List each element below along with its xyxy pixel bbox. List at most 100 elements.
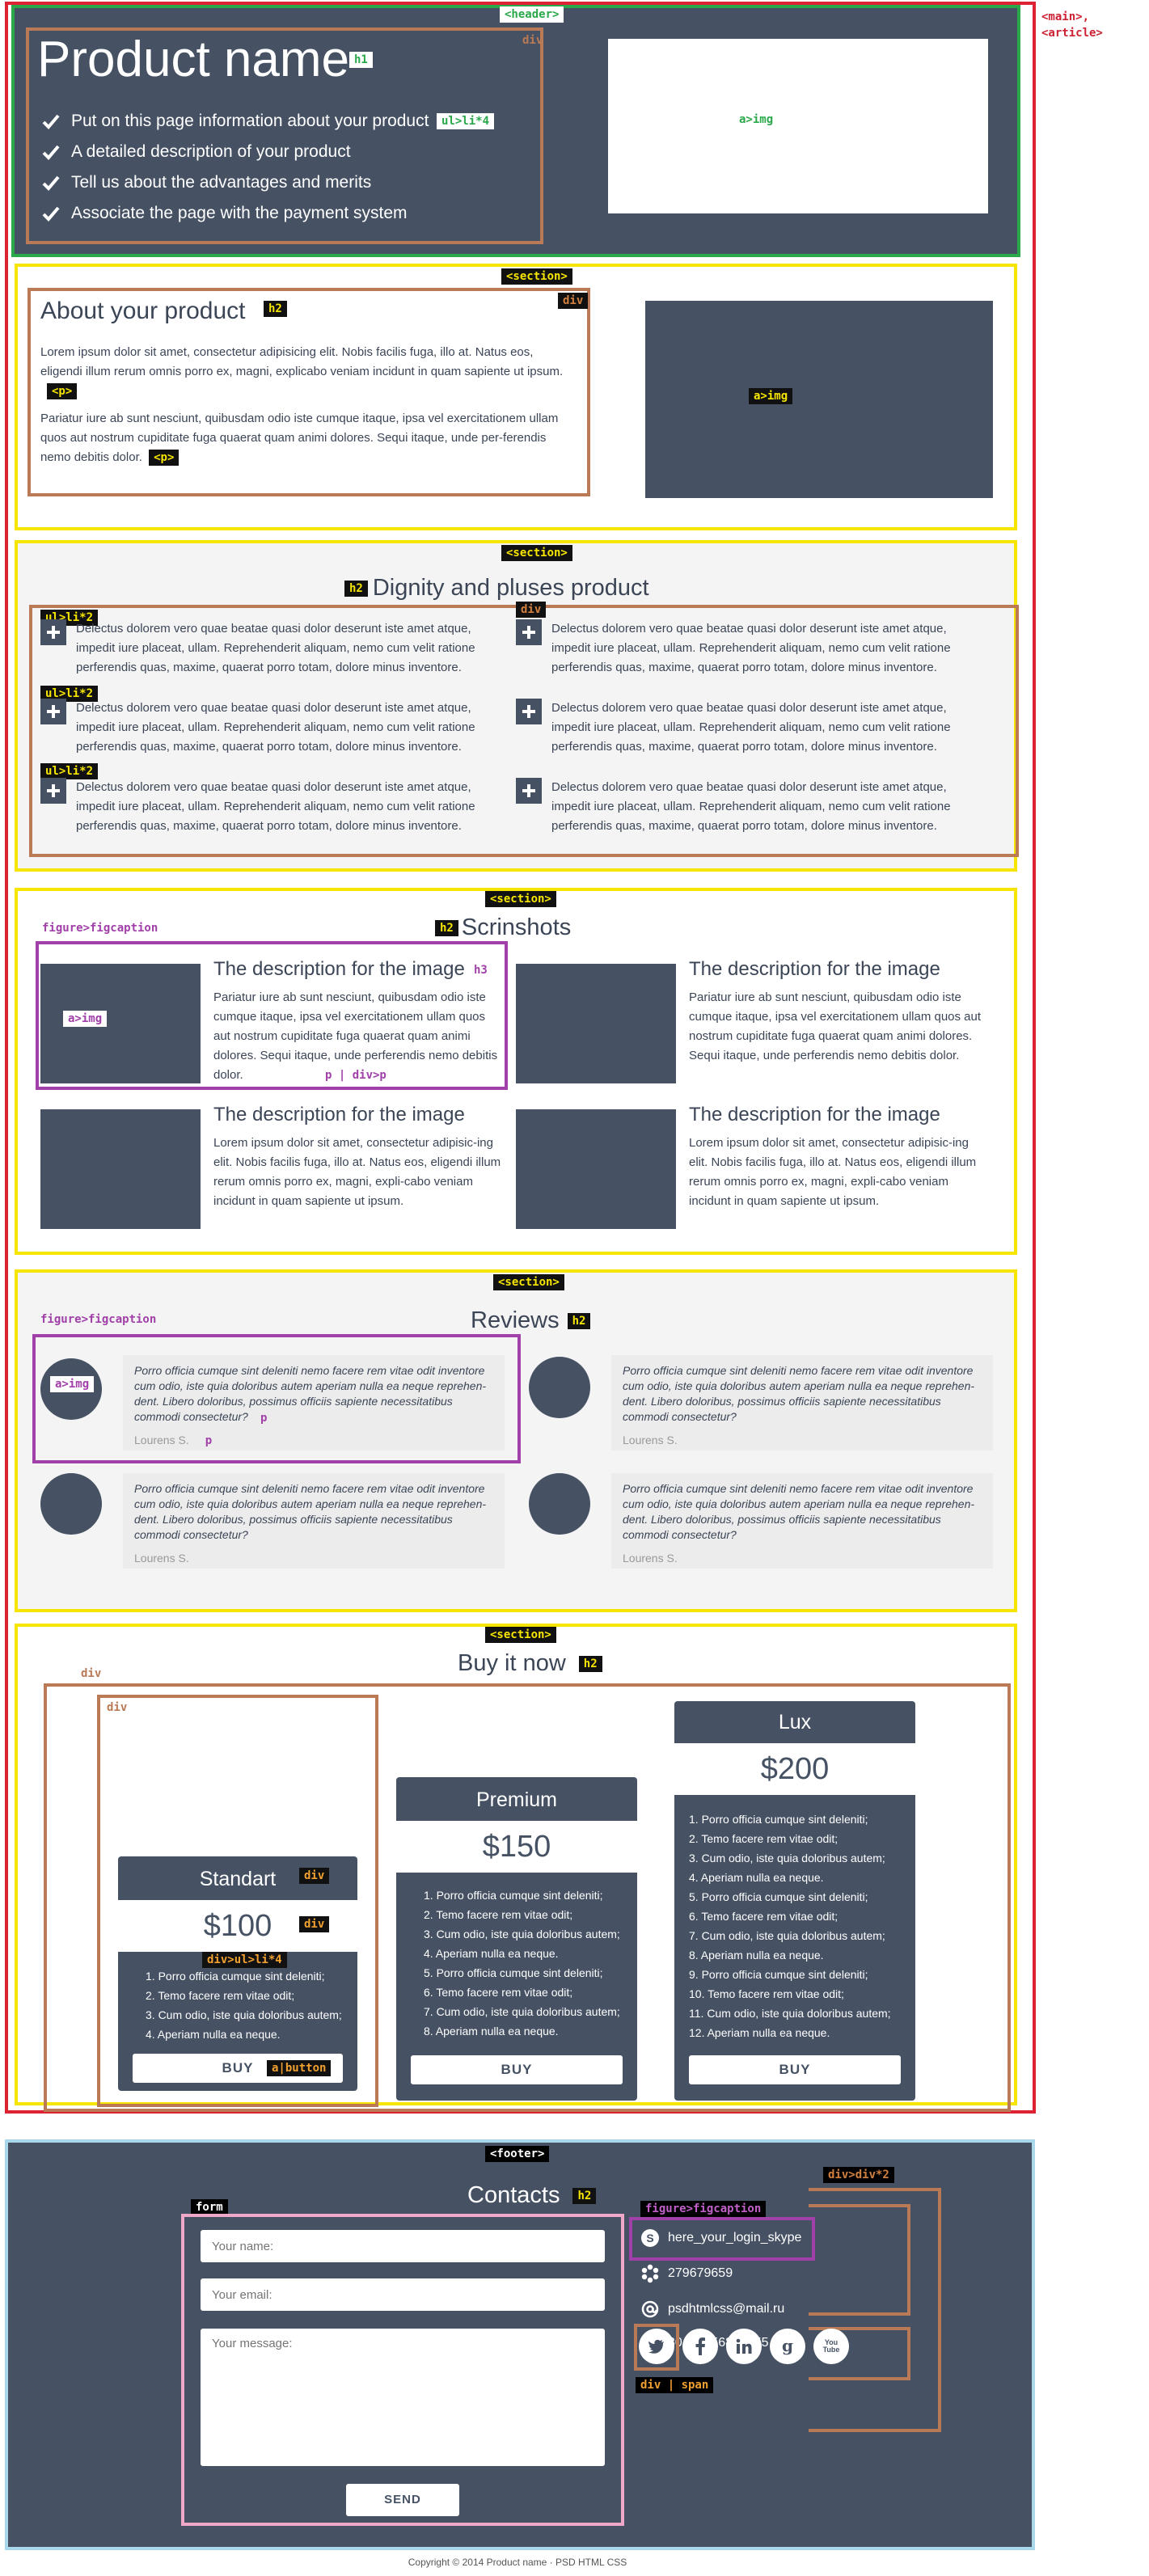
svg-text:g: g — [782, 2337, 793, 2355]
send-button[interactable]: SEND — [346, 2484, 459, 2516]
dignity-item: Delectus dolorem vero quae beatae quasi … — [40, 619, 503, 678]
plan-title: Premium — [475, 1788, 557, 1811]
plan-features: 1. Porro officia cumque sint deleniti; 2.… — [424, 1889, 620, 2038]
buy-title: Buy it now h2 — [458, 1648, 602, 1679]
plus-icon — [40, 699, 66, 724]
review-bubble: Porro officia cumque sint deleniti nemo … — [611, 1355, 993, 1451]
buy-button[interactable]: BUY — [689, 2055, 901, 2084]
email-contact[interactable]: psdhtmlcss@mail.ru — [640, 2299, 784, 2319]
annotation-h2: h2 — [572, 2188, 597, 2205]
bullet-item: A detailed description of your product — [42, 142, 429, 162]
contacts-title: Contacts h2 — [467, 2180, 597, 2211]
annotation-p: <p> — [149, 450, 180, 466]
plan-features: 1. Porro officia cumque sint deleniti; 2.… — [689, 1813, 891, 2039]
annotation-section: <section> — [493, 1274, 564, 1290]
screenshot-caption-title: The description for the image — [689, 958, 940, 980]
email-input[interactable] — [201, 2278, 605, 2311]
annotation-div: div — [299, 1868, 330, 1884]
check-icon — [42, 206, 60, 222]
icq-flower-icon — [641, 2264, 659, 2283]
dignity-title: h2 Dignity and pluses product — [344, 572, 649, 603]
annotation-p: p — [205, 1434, 213, 1447]
bullet-item: Associate the page with the payment syst… — [42, 204, 429, 223]
plus-icon — [516, 699, 542, 724]
avatar — [529, 1357, 590, 1418]
annotation-section: <section> — [501, 545, 572, 561]
annotation-div: div — [299, 1916, 330, 1932]
svg-text:S: S — [646, 2232, 653, 2244]
dignity-item: Delectus dolorem vero quae beatae quasi … — [40, 778, 503, 836]
annotation-div: div — [516, 602, 547, 618]
skype-contact[interactable]: S here_your_login_skype — [640, 2228, 801, 2248]
about-image-link[interactable] — [645, 301, 993, 498]
annotation-h2: h2 — [264, 301, 287, 317]
google-icon[interactable]: g — [770, 2329, 805, 2364]
twitter-icon[interactable] — [639, 2329, 674, 2364]
plus-icon — [516, 778, 542, 804]
facebook-icon[interactable] — [682, 2329, 718, 2364]
about-paragraph-2: Pariatur iure ab sunt nesciunt, quibusda… — [40, 412, 559, 466]
check-icon — [42, 145, 60, 160]
linkedin-icon[interactable] — [726, 2329, 762, 2364]
screenshot-caption-title: The description for the image — [689, 1104, 940, 1125]
screenshot-image-link[interactable] — [516, 964, 676, 1083]
plus-icon — [40, 778, 66, 804]
annotation-div-span: div | span — [636, 2377, 714, 2393]
bullet-item: Put on this page information about your … — [42, 112, 429, 131]
annotation-div: div — [522, 34, 543, 47]
review-bubble: Porro officia cumque sint deleniti nemo … — [611, 1473, 993, 1569]
annotation-a-img: a>img — [739, 113, 774, 126]
annotation-ul-li4: ul>li*4 — [437, 113, 495, 129]
screenshot-caption-title: The description for the image — [213, 1104, 465, 1125]
annotation-p: <p> — [47, 383, 78, 399]
review-bubble: Porro officia cumque sint deleniti nemo … — [123, 1473, 505, 1569]
message-textarea[interactable] — [201, 2329, 605, 2466]
annotation-h2: h2 — [567, 1313, 591, 1330]
contacts-inner-frame — [809, 2204, 910, 2316]
reviews-title: Reviews h2 — [471, 1305, 591, 1336]
dignity-item: Delectus dolorem vero quae beatae quasi … — [516, 778, 982, 836]
screenshot-image-link[interactable] — [516, 1109, 676, 1229]
screenshot-caption-text: Pariatur iure ab sunt nesciunt, quibusda… — [689, 990, 982, 1062]
annotation-a-img: a>img — [749, 388, 793, 404]
check-icon — [42, 114, 60, 129]
screenshot-caption-text: Lorem ipsum dolor sit amet, consectetur … — [689, 1136, 977, 1208]
review-bubble: Porro officia cumque sint deleniti nemo … — [123, 1355, 505, 1451]
header-image-link[interactable] — [608, 39, 988, 213]
youtube-icon[interactable]: You Tube — [813, 2329, 849, 2364]
social-icons: g You Tube — [639, 2329, 849, 2364]
annotation-div: div — [81, 1667, 102, 1680]
dignity-item: Delectus dolorem vero quae beatae quasi … — [40, 699, 503, 757]
annotation-ul-li2: ul>li*2 — [40, 763, 99, 779]
icq-contact: 279679659 — [640, 2264, 733, 2283]
screenshot-caption-text: Lorem ipsum dolor sit amet, consectetur … — [213, 1136, 501, 1208]
annotation-main-article: <main>, <article> — [1041, 11, 1103, 40]
avatar — [529, 1473, 590, 1535]
annotation-h2: h2 — [344, 581, 368, 598]
plan-title: Lux — [778, 1711, 812, 1734]
buy-button[interactable]: BUY — [411, 2055, 623, 2084]
about-title: About your product — [40, 298, 246, 324]
plan-price: $150 — [396, 1821, 637, 1873]
plan-price: $200 — [674, 1743, 915, 1795]
name-input[interactable] — [201, 2230, 605, 2262]
bullet-item: Tell us about the advantages and merits — [42, 173, 429, 192]
at-sign-icon — [641, 2300, 659, 2318]
product-title: Product name — [37, 32, 349, 87]
annotation-h1: h1 — [349, 52, 373, 68]
annotation-a-img: a>img — [50, 1376, 95, 1392]
annotation-div-ul-li4: div>ul>li*4 — [202, 1952, 287, 1968]
dignity-item: Delectus dolorem vero quae beatae quasi … — [516, 619, 982, 678]
about-paragraph-1: Lorem ipsum dolor sit amet, consectetur … — [40, 345, 564, 399]
dignity-item: Delectus dolorem vero quae beatae quasi … — [516, 699, 982, 757]
avatar — [40, 1473, 102, 1535]
annotation-div: div — [107, 1701, 128, 1714]
annotation-section: <section> — [485, 1627, 556, 1643]
plan-features: 1. Porro officia cumque sint deleniti; 2.… — [146, 1970, 342, 2041]
copyright: Copyright © 2014 Product name · PSD HTML… — [408, 2557, 627, 2568]
annotation-p-div-p: p | div>p — [325, 1069, 387, 1082]
plus-icon — [516, 619, 542, 645]
annotation-h2: h2 — [435, 920, 458, 937]
annotation-figure-figcaption: figure>figcaption — [37, 920, 163, 936]
screenshot-image-link[interactable] — [40, 1109, 201, 1229]
